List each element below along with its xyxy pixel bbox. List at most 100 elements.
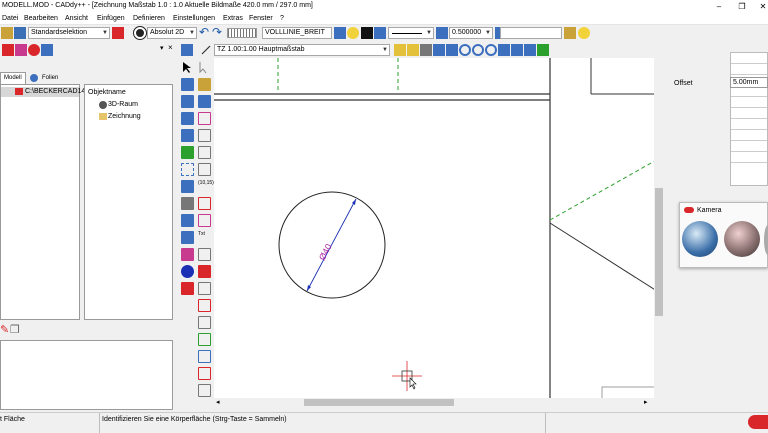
menu-einfuegen[interactable]: Einfügen (97, 15, 125, 22)
coordinate-tool-icon[interactable]: (10,15) (198, 180, 214, 193)
line-type-field[interactable]: VOLLLINIE_BREIT (262, 27, 332, 39)
polyline-tool-icon[interactable] (198, 78, 211, 91)
move-icon[interactable] (498, 44, 510, 56)
measure-tool-icon[interactable] (181, 197, 194, 210)
open-icon[interactable] (1, 27, 13, 39)
text-insert-icon[interactable]: Txt (198, 231, 211, 244)
redo-icon[interactable]: ↷ (212, 25, 222, 39)
scroll-right-icon[interactable]: ▸ (644, 398, 648, 406)
traffic-light-icon[interactable] (537, 44, 549, 56)
style-tool-icon[interactable] (198, 367, 211, 380)
print-icon[interactable] (181, 44, 193, 56)
point-tool-icon[interactable] (181, 163, 194, 176)
text-field[interactable] (500, 27, 562, 39)
camera-zoom-ball[interactable] (764, 225, 768, 255)
scroll-left-icon[interactable]: ◂ (216, 398, 220, 406)
selection-mode-select[interactable]: Standardselektion ▼ (28, 27, 110, 39)
menu-fenster[interactable]: Fenster (249, 15, 273, 22)
block-tool-icon[interactable] (181, 248, 194, 261)
model-tool-icon[interactable] (2, 44, 14, 56)
line-tool-icon[interactable] (181, 78, 194, 91)
vertical-scroll-thumb[interactable] (655, 188, 663, 316)
menu-datei[interactable]: Datei (2, 15, 18, 22)
angle-tool-icon[interactable] (181, 214, 194, 227)
redraw-icon[interactable] (446, 44, 458, 56)
layer-icon[interactable] (334, 27, 346, 39)
model-tree[interactable]: C:\BECKERCAD14 (0, 84, 85, 320)
light-icon[interactable] (578, 27, 590, 39)
pan-icon[interactable] (420, 44, 432, 56)
offset-input[interactable]: 5.00mm (730, 77, 768, 88)
pin-icon[interactable]: ▾ (160, 44, 164, 52)
ellipse-tool-icon[interactable] (181, 129, 194, 142)
restore-button[interactable]: ❐ (735, 1, 749, 12)
camera-rotate-ball[interactable] (724, 221, 760, 257)
edit-tool-icon[interactable] (198, 282, 211, 295)
object-list[interactable]: Objektname 3D-Raum Zeichnung (84, 84, 173, 320)
bulb-icon[interactable] (347, 27, 359, 39)
object-item[interactable]: 3D-Raum (108, 101, 138, 108)
grid-icon[interactable] (227, 28, 257, 38)
view-tool-icon[interactable] (41, 44, 53, 56)
increment-tool-icon[interactable] (198, 95, 211, 108)
menu-definieren[interactable]: Definieren (133, 15, 165, 22)
symbol-tool-icon[interactable] (198, 248, 211, 261)
rotate-icon[interactable] (511, 44, 523, 56)
info-icon[interactable] (181, 265, 194, 278)
tab-modell[interactable]: Modell (0, 72, 26, 84)
save-icon[interactable] (14, 27, 26, 39)
zoom-all-icon[interactable] (407, 44, 419, 56)
color-swatch-icon[interactable] (112, 27, 124, 39)
text-style-tool-icon[interactable] (181, 231, 194, 244)
menu-ansicht[interactable]: Ansicht (65, 15, 88, 22)
triangle-tool-icon[interactable] (198, 214, 211, 227)
rectangle-tool-icon[interactable] (181, 95, 194, 108)
drawing-canvas[interactable]: Ø40 (214, 58, 660, 398)
line-style-select[interactable]: ▼ (388, 27, 434, 39)
crosshair-tool-icon[interactable] (198, 163, 211, 176)
horizontal-scrollbar[interactable]: ◂ ▸ (214, 398, 662, 408)
scale-select[interactable]: TZ 1.00:1.00 Hauptmaßstab ▼ (214, 44, 390, 56)
camera-widget[interactable]: Kamera (679, 202, 768, 268)
folder-icon[interactable] (564, 27, 576, 39)
zoom-in-icon[interactable] (459, 44, 471, 56)
dice-tool-icon[interactable] (198, 265, 211, 278)
dimension-tool-icon[interactable] (198, 333, 211, 346)
menu-help[interactable]: ? (280, 15, 284, 22)
line-width-icon[interactable] (436, 27, 448, 39)
close-button[interactable]: ✕ (756, 1, 768, 12)
zoom-window-icon[interactable] (394, 44, 406, 56)
record-tool-icon[interactable] (28, 44, 40, 56)
menu-extras[interactable]: Extras (223, 15, 243, 22)
wrench-icon[interactable]: ✎ (0, 323, 9, 336)
pen-icon[interactable] (374, 27, 386, 39)
select-arrow-icon[interactable] (181, 61, 194, 74)
object-item[interactable]: Zeichnung (108, 113, 141, 120)
zoom-out-icon[interactable] (472, 44, 484, 56)
camera-orbit-ball[interactable] (682, 221, 718, 257)
undo-icon[interactable]: ↶ (199, 25, 209, 39)
layer-tool-icon[interactable] (15, 44, 27, 56)
section-tool-icon[interactable] (198, 350, 211, 363)
curve-tool-icon[interactable] (198, 384, 211, 397)
vertical-scrollbar[interactable] (654, 58, 664, 399)
select-window-icon[interactable] (198, 61, 211, 74)
circle-tool-icon[interactable] (181, 112, 194, 125)
panel-close-icon[interactable]: × (168, 43, 173, 52)
menu-einstellungen[interactable]: Einstellungen (173, 15, 215, 22)
diameter-dimension-line[interactable] (306, 198, 357, 292)
menu-bearbeiten[interactable]: Bearbeiten (24, 15, 58, 22)
copy-icon[interactable]: ❐ (10, 323, 20, 336)
eraser-icon[interactable] (181, 282, 194, 295)
view-icon[interactable] (433, 44, 445, 56)
text-tool-icon[interactable] (198, 146, 211, 159)
hatch-tool-icon[interactable] (181, 180, 194, 193)
hook-tool-icon[interactable] (198, 197, 211, 210)
pencil-icon[interactable] (181, 146, 194, 159)
line-width-field[interactable]: 0.500000 ▼ (449, 27, 493, 39)
diameter-tool-icon[interactable] (198, 299, 211, 312)
zoom-icon[interactable] (485, 44, 497, 56)
arc-tool-icon[interactable] (198, 112, 211, 125)
minimize-button[interactable]: – (712, 1, 726, 12)
flip-icon[interactable] (524, 44, 536, 56)
